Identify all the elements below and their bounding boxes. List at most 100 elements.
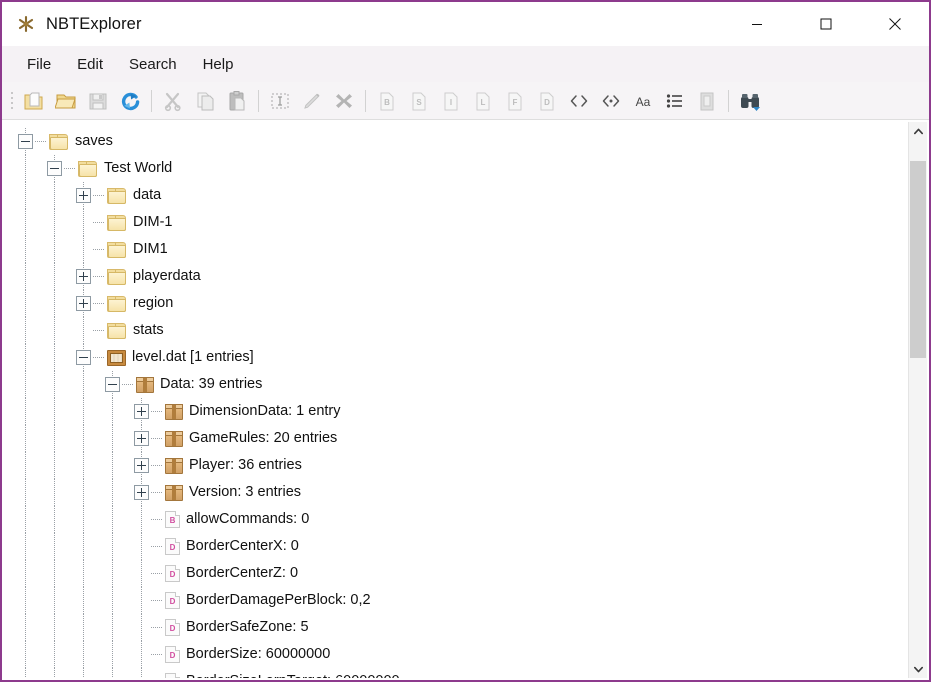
scroll-up-button[interactable] xyxy=(909,122,927,140)
tree-node[interactable]: region xyxy=(4,290,908,317)
collapse-node-icon[interactable] xyxy=(105,377,120,392)
tree-guide-line xyxy=(141,533,142,560)
menu-edit[interactable]: Edit xyxy=(64,51,116,78)
add-short-button[interactable]: S xyxy=(403,85,435,117)
expand-node-icon[interactable] xyxy=(76,296,91,311)
paste-button[interactable] xyxy=(221,85,253,117)
tree-guide-line xyxy=(54,641,55,668)
folder-icon xyxy=(49,133,69,150)
svg-text:I: I xyxy=(450,98,452,107)
new-file-button[interactable] xyxy=(18,85,50,117)
tree-guide-line xyxy=(25,668,26,678)
expand-node-icon[interactable] xyxy=(134,431,149,446)
tag-type-letter: D xyxy=(169,623,176,633)
tree-node[interactable]: BallowCommands: 0 xyxy=(4,506,908,533)
tree-guide-line xyxy=(141,587,142,614)
expand-node-icon[interactable] xyxy=(76,269,91,284)
add-long-button[interactable]: L xyxy=(467,85,499,117)
tree-node[interactable]: data xyxy=(4,182,908,209)
tree-guide-line xyxy=(54,506,55,533)
nbt-tree-panel: saves Test World data DIM-1 DIM1 playerdata re… xyxy=(4,122,927,678)
tree-node[interactable]: D BorderCenterZ: 0 xyxy=(4,560,908,587)
tree-node[interactable]: DIM1 xyxy=(4,236,908,263)
save-button[interactable] xyxy=(82,85,114,117)
rename-button[interactable] xyxy=(264,85,296,117)
add-byte-array-button[interactable] xyxy=(563,85,595,117)
folder-icon xyxy=(107,214,127,231)
close-button[interactable] xyxy=(860,2,929,46)
open-folder-button[interactable] xyxy=(50,85,82,117)
vertical-scrollbar[interactable] xyxy=(908,122,927,678)
expand-node-icon[interactable] xyxy=(134,404,149,419)
expand-node-icon[interactable] xyxy=(76,188,91,203)
toolbar-separator xyxy=(365,89,366,112)
compound-tag-icon xyxy=(165,457,183,474)
add-byte-button[interactable]: B xyxy=(371,85,403,117)
tree-node[interactable]: DIM-1 xyxy=(4,209,908,236)
tree-node[interactable]: level.dat [1 entries] xyxy=(4,344,908,371)
tree-node[interactable]: D BorderSafeZone: 5 xyxy=(4,614,908,641)
tree-scroll-area[interactable]: saves Test World data DIM-1 DIM1 playerdata re… xyxy=(4,122,908,678)
tree-node[interactable]: D BorderSize: 60000000 xyxy=(4,641,908,668)
tree-guide-line xyxy=(25,371,26,398)
tree-node[interactable]: Data: 39 entries xyxy=(4,371,908,398)
add-list-button[interactable] xyxy=(659,85,691,117)
cut-button[interactable] xyxy=(157,85,189,117)
tree-guide-line xyxy=(112,425,113,452)
add-int-button[interactable]: I xyxy=(435,85,467,117)
tree-guide-line xyxy=(112,533,113,560)
toolbar-separator xyxy=(728,89,729,112)
tree-node[interactable]: stats xyxy=(4,317,908,344)
tree-guide-line xyxy=(141,506,142,533)
collapse-node-icon[interactable] xyxy=(47,161,62,176)
menu-search[interactable]: Search xyxy=(116,51,190,78)
svg-text:Aa: Aa xyxy=(636,95,651,109)
minimize-button[interactable] xyxy=(722,2,791,46)
folder-icon xyxy=(107,268,127,285)
tree-node[interactable]: Player: 36 entries xyxy=(4,452,908,479)
maximize-button[interactable] xyxy=(791,2,860,46)
tree-guide-line xyxy=(141,614,142,641)
tree-node[interactable]: Version: 3 entries xyxy=(4,479,908,506)
svg-text:F: F xyxy=(513,98,518,107)
tree-node[interactable]: D BorderSizeLerpTarget: 60000000 xyxy=(4,668,908,678)
add-compound-button[interactable] xyxy=(691,85,723,117)
add-double-button[interactable]: D xyxy=(531,85,563,117)
tree-node[interactable]: GameRules: 20 entries xyxy=(4,425,908,452)
find-button[interactable] xyxy=(734,85,766,117)
tree-node[interactable]: saves xyxy=(4,128,908,155)
tree-node[interactable]: Test World xyxy=(4,155,908,182)
tree-guide-line xyxy=(54,425,55,452)
collapse-node-icon[interactable] xyxy=(76,350,91,365)
tree-guide-line xyxy=(25,587,26,614)
tree-node[interactable]: DimensionData: 1 entry xyxy=(4,398,908,425)
tree-node[interactable]: D BorderCenterX: 0 xyxy=(4,533,908,560)
copy-button[interactable] xyxy=(189,85,221,117)
tree-connector-dots xyxy=(64,168,76,169)
tree-guide-line xyxy=(54,236,55,263)
collapse-node-icon[interactable] xyxy=(18,134,33,149)
tree-node[interactable]: playerdata xyxy=(4,263,908,290)
add-int-array-button[interactable] xyxy=(595,85,627,117)
tree-node-label: DIM-1 xyxy=(133,214,173,231)
scroll-down-button[interactable] xyxy=(909,660,927,678)
tree-guide-line xyxy=(83,641,84,668)
expand-node-icon[interactable] xyxy=(134,485,149,500)
toolbar-grip[interactable] xyxy=(8,90,16,112)
expand-node-icon[interactable] xyxy=(134,458,149,473)
tree-guide-line xyxy=(54,263,55,290)
refresh-button[interactable] xyxy=(114,85,146,117)
add-float-button[interactable]: F xyxy=(499,85,531,117)
tree-node[interactable]: D BorderDamagePerBlock: 0,2 xyxy=(4,587,908,614)
tree-connector-dots xyxy=(93,330,105,331)
scrollbar-thumb[interactable] xyxy=(910,160,926,359)
tree-guide-line xyxy=(25,425,26,452)
folder-icon xyxy=(107,241,127,258)
nbt-tree[interactable]: saves Test World data DIM-1 DIM1 playerdata re… xyxy=(4,122,908,678)
menu-help[interactable]: Help xyxy=(190,51,247,78)
tag-type-letter: D xyxy=(169,569,176,579)
edit-value-button[interactable] xyxy=(296,85,328,117)
add-string-button[interactable]: Aa xyxy=(627,85,659,117)
delete-button[interactable] xyxy=(328,85,360,117)
menu-file[interactable]: File xyxy=(14,51,64,78)
